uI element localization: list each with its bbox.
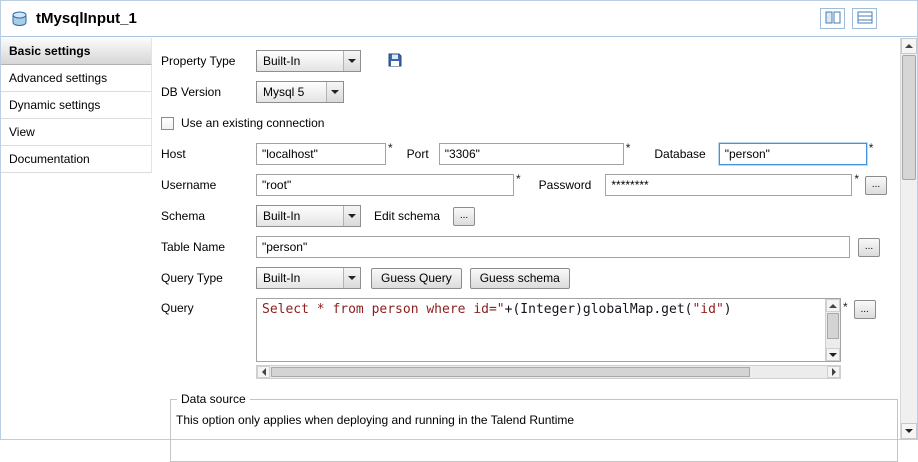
database-input[interactable]	[719, 143, 867, 165]
split-view-icon	[825, 11, 841, 27]
sidebar-item-advanced-settings[interactable]: Advanced settings	[1, 65, 152, 92]
port-input[interactable]	[439, 143, 624, 165]
data-source-title: Data source	[177, 392, 250, 406]
save-icon	[388, 53, 402, 70]
component-title: tMysqlInput_1	[36, 10, 137, 27]
query-type-label: Query Type	[161, 271, 256, 285]
scroll-up-arrow-icon[interactable]	[826, 299, 840, 312]
edit-schema-button[interactable]: ...	[453, 207, 475, 226]
database-label: Database	[654, 147, 705, 161]
query-ellipsis-button[interactable]: ...	[854, 300, 876, 319]
header-view-buttons	[820, 8, 877, 29]
required-marker: *	[854, 172, 859, 186]
table-name-label: Table Name	[161, 240, 256, 254]
guess-schema-button[interactable]: Guess schema	[470, 268, 570, 289]
chevron-down-icon	[343, 206, 360, 226]
db-version-select[interactable]: Mysql 5	[256, 81, 344, 103]
query-horizontal-scrollbar[interactable]	[256, 365, 841, 379]
property-type-row: Property Type Built-In	[161, 50, 900, 72]
username-label: Username	[161, 178, 256, 192]
scroll-down-arrow-icon[interactable]	[826, 348, 840, 361]
sidebar-item-dynamic-settings[interactable]: Dynamic settings	[1, 92, 152, 119]
schema-row: Schema Built-In Edit schema ...	[161, 205, 900, 227]
username-input[interactable]	[256, 174, 514, 196]
schema-value: Built-In	[263, 209, 300, 223]
password-label: Password	[539, 178, 592, 192]
query-type-value: Built-In	[263, 271, 300, 285]
existing-connection-row: Use an existing connection	[161, 112, 900, 134]
property-type-select[interactable]: Built-In	[256, 50, 361, 72]
data-source-note: This option only applies when deploying …	[175, 410, 889, 427]
query-type-select[interactable]: Built-In	[256, 267, 361, 289]
table-view-icon	[857, 11, 873, 27]
sidebar-item-label: Documentation	[9, 152, 90, 166]
host-label: Host	[161, 147, 256, 161]
property-type-label: Property Type	[161, 54, 256, 68]
query-vertical-scrollbar[interactable]	[825, 299, 840, 361]
query-segment: "id"	[692, 302, 723, 317]
port-label: Port	[407, 147, 429, 161]
panel-scrollbar[interactable]	[900, 38, 917, 439]
db-version-label: DB Version	[161, 85, 256, 99]
settings-sidebar: Basic settings Advanced settings Dynamic…	[1, 38, 152, 439]
password-ellipsis-button[interactable]: ...	[865, 176, 887, 195]
query-hscroll-thumb[interactable]	[271, 367, 750, 377]
table-name-input[interactable]	[256, 236, 850, 258]
query-type-row: Query Type Built-In Guess Query Guess sc…	[161, 267, 900, 289]
sidebar-item-basic-settings[interactable]: Basic settings	[1, 38, 152, 65]
settings-form: Property Type Built-In DB Version Mysql …	[152, 38, 900, 439]
scroll-up-arrow-icon[interactable]	[901, 38, 917, 54]
chevron-down-icon	[343, 51, 360, 71]
sidebar-item-label: View	[9, 125, 35, 139]
db-version-value: Mysql 5	[263, 85, 304, 99]
schema-select[interactable]: Built-In	[256, 205, 361, 227]
required-marker: *	[843, 300, 848, 314]
database-icon	[11, 11, 28, 27]
scroll-left-arrow-icon[interactable]	[257, 366, 270, 378]
scroll-right-arrow-icon[interactable]	[827, 366, 840, 378]
edit-schema-label: Edit schema	[374, 209, 440, 223]
host-input[interactable]	[256, 143, 386, 165]
chevron-down-icon	[343, 268, 360, 288]
required-marker: *	[388, 141, 393, 155]
panel-scroll-thumb[interactable]	[902, 55, 916, 180]
query-widget: Select * from person where id="+(Integer…	[256, 298, 841, 379]
sidebar-item-documentation[interactable]: Documentation	[1, 146, 152, 173]
required-marker: *	[869, 141, 874, 155]
query-text: Select * from person where id="+(Integer…	[257, 299, 825, 361]
sidebar-item-label: Basic settings	[9, 44, 90, 58]
required-marker: *	[626, 141, 631, 155]
sidebar-item-label: Dynamic settings	[9, 98, 100, 112]
property-type-value: Built-In	[263, 54, 300, 68]
table-view-button[interactable]	[852, 8, 877, 29]
query-segment: Select * from person where id="	[262, 302, 505, 317]
query-editor[interactable]: Select * from person where id="+(Integer…	[256, 298, 841, 362]
table-name-ellipsis-button[interactable]: ...	[858, 238, 880, 257]
query-segment: +(Integer)globalMap.get(	[505, 302, 693, 317]
sidebar-item-label: Advanced settings	[9, 71, 107, 85]
split-view-button[interactable]	[820, 8, 845, 29]
guess-query-button[interactable]: Guess Query	[371, 268, 462, 289]
existing-connection-checkbox[interactable]	[161, 117, 174, 130]
required-marker: *	[516, 172, 521, 186]
scroll-down-arrow-icon[interactable]	[901, 423, 917, 439]
host-row: Host * Port * Database *	[161, 143, 900, 165]
schema-label: Schema	[161, 209, 256, 223]
query-segment: )	[724, 302, 732, 317]
query-label: Query	[161, 298, 256, 315]
sidebar-item-view[interactable]: View	[1, 119, 152, 146]
query-vscroll-thumb[interactable]	[827, 313, 839, 339]
table-name-row: Table Name ...	[161, 236, 900, 258]
chevron-down-icon	[326, 82, 343, 102]
query-row: Query Select * from person where id="+(I…	[161, 298, 900, 379]
header: tMysqlInput_1	[1, 1, 917, 37]
save-button[interactable]	[388, 53, 402, 70]
data-source-group: Data source This option only applies whe…	[170, 392, 898, 462]
existing-connection-label: Use an existing connection	[181, 116, 324, 130]
db-version-row: DB Version Mysql 5	[161, 81, 900, 103]
password-input[interactable]	[605, 174, 852, 196]
username-row: Username * Password * ...	[161, 174, 900, 196]
